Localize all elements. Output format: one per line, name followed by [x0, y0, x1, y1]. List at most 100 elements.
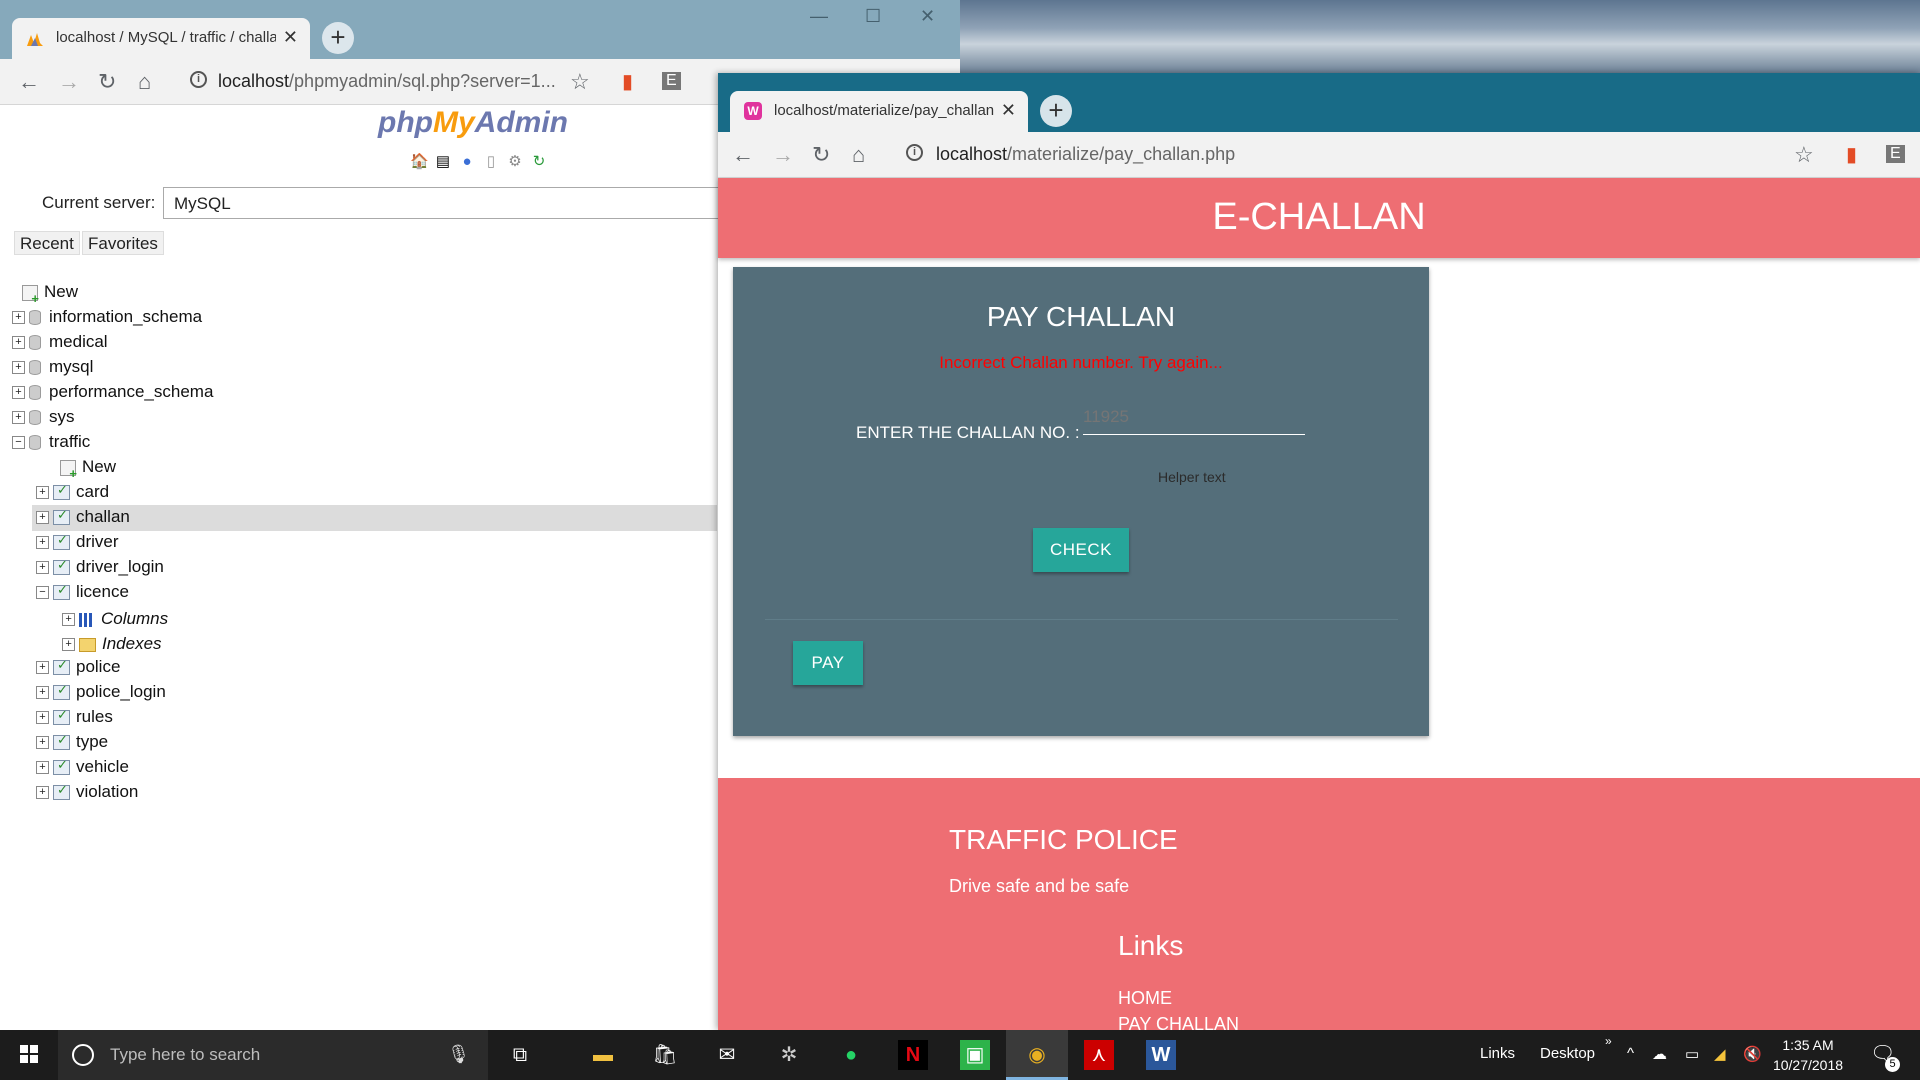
tree-db-item[interactable]: + performance_schema: [12, 382, 213, 406]
expand-icon[interactable]: +: [36, 786, 49, 800]
pay-button[interactable]: PAY: [793, 641, 863, 685]
mail-icon[interactable]: ✉: [712, 1040, 742, 1070]
tree-table-item[interactable]: +driver_login: [36, 557, 164, 581]
logout-icon[interactable]: ▤: [434, 152, 452, 170]
desktop-toolbar[interactable]: Desktop: [1540, 1045, 1595, 1062]
site-info-icon[interactable]: i: [190, 71, 207, 88]
footer-link-home[interactable]: HOME: [1118, 988, 1172, 1009]
taskbar-search[interactable]: Type here to search 🎙: [58, 1030, 488, 1080]
task-view-icon[interactable]: ⧉: [505, 1040, 535, 1070]
new-tab-button[interactable]: +: [322, 22, 354, 54]
new-tab-button[interactable]: +: [1040, 95, 1072, 127]
forward-icon[interactable]: →: [58, 69, 80, 95]
onedrive-icon[interactable]: ☁: [1652, 1045, 1667, 1063]
tree-new-table[interactable]: New: [60, 457, 116, 481]
tree-table-item[interactable]: +police_login: [36, 682, 166, 706]
tree-table-item[interactable]: +driver: [36, 532, 119, 556]
settings-gear-icon[interactable]: ⚙: [506, 152, 524, 170]
show-hidden-icons-icon[interactable]: ^: [1627, 1045, 1634, 1062]
toolbar-overflow-icon[interactable]: »: [1605, 1034, 1612, 1048]
close-window-icon[interactable]: ✕: [920, 6, 935, 27]
collapse-icon[interactable]: −: [36, 586, 49, 600]
expand-icon[interactable]: +: [36, 536, 49, 550]
tree-db-item[interactable]: + mysql: [12, 357, 93, 381]
acrobat-icon[interactable]: ⋏: [1084, 1040, 1114, 1070]
tab-phpmyadmin[interactable]: localhost / MySQL / traffic / challan ✕: [12, 18, 310, 59]
home-icon[interactable]: 🏠: [410, 152, 429, 170]
file-explorer-icon[interactable]: ▬: [588, 1040, 618, 1070]
expand-icon[interactable]: +: [12, 311, 25, 325]
expand-icon[interactable]: +: [36, 561, 49, 575]
bookmark-star-icon[interactable]: ☆: [1794, 142, 1814, 168]
bookmark-star-icon[interactable]: ☆: [570, 69, 590, 95]
challan-number-input[interactable]: [1083, 399, 1305, 435]
home-icon[interactable]: ⌂: [138, 69, 151, 95]
footer-link-pay-challan[interactable]: PAY CHALLAN: [1118, 1014, 1239, 1030]
tree-db-item[interactable]: + medical: [12, 332, 108, 356]
tree-table-item[interactable]: +rules: [36, 707, 113, 731]
reload-icon[interactable]: ↻: [812, 142, 830, 168]
refresh-icon[interactable]: ↻: [530, 152, 548, 170]
netflix-icon[interactable]: N: [898, 1040, 928, 1070]
expand-icon[interactable]: +: [36, 761, 49, 775]
expand-icon[interactable]: +: [62, 638, 75, 652]
battery-icon[interactable]: ▭: [1685, 1045, 1699, 1063]
close-tab-icon[interactable]: ✕: [283, 27, 298, 48]
tree-table-item[interactable]: +violation: [36, 782, 138, 806]
tree-table-item[interactable]: +police: [36, 657, 120, 681]
word-icon[interactable]: W: [1146, 1040, 1176, 1070]
help-icon[interactable]: ●: [458, 153, 476, 171]
office-extension-icon[interactable]: ▮: [1846, 142, 1857, 167]
brand-logo[interactable]: E-CHALLAN: [718, 196, 1920, 239]
tree-db-item[interactable]: + information_schema: [12, 307, 202, 331]
docs-icon[interactable]: ▯: [482, 152, 500, 170]
close-tab-icon[interactable]: ✕: [1001, 100, 1016, 121]
minimize-icon[interactable]: —: [810, 6, 828, 27]
extension-e-icon[interactable]: E: [662, 72, 681, 90]
back-icon[interactable]: ←: [18, 69, 40, 95]
expand-icon[interactable]: +: [36, 711, 49, 725]
recent-tab[interactable]: Recent: [14, 231, 80, 255]
tree-table-licence[interactable]: −licence: [36, 582, 129, 606]
tree-columns[interactable]: + Columns: [62, 609, 168, 633]
tree-table-item[interactable]: +type: [36, 732, 108, 756]
office-extension-icon[interactable]: ▮: [622, 69, 633, 94]
expand-icon[interactable]: +: [36, 736, 49, 750]
expand-icon[interactable]: +: [12, 386, 25, 400]
expand-icon[interactable]: +: [12, 361, 25, 375]
expand-icon[interactable]: +: [36, 486, 49, 500]
favorites-tab[interactable]: Favorites: [82, 231, 164, 255]
tree-new-database[interactable]: New: [22, 282, 78, 306]
maximize-icon[interactable]: ☐: [865, 6, 881, 27]
start-button[interactable]: [0, 1030, 58, 1080]
home-icon[interactable]: ⌂: [852, 142, 865, 168]
tree-db-item[interactable]: + sys: [12, 407, 75, 431]
store-icon[interactable]: 🛍: [650, 1040, 680, 1070]
spider-app-icon[interactable]: ✲: [774, 1040, 804, 1070]
check-button[interactable]: CHECK: [1033, 528, 1129, 572]
tree-table-item[interactable]: +vehicle: [36, 757, 129, 781]
chrome-taskbar-active[interactable]: ◉: [1006, 1030, 1068, 1080]
expand-icon[interactable]: +: [36, 511, 49, 525]
expand-icon[interactable]: +: [12, 336, 25, 350]
wifi-icon[interactable]: ◢: [1714, 1045, 1726, 1063]
tree-table-item[interactable]: +card: [36, 482, 109, 506]
back-icon[interactable]: ←: [732, 142, 754, 168]
expand-icon[interactable]: +: [12, 411, 25, 425]
tree-db-traffic[interactable]: − traffic: [12, 432, 90, 456]
reload-icon[interactable]: ↻: [98, 69, 116, 95]
phpmyadmin-logo[interactable]: phpMyAdmin: [378, 106, 568, 140]
expand-icon[interactable]: +: [36, 661, 49, 675]
tab-pay-challan[interactable]: W localhost/materialize/pay_challan.php …: [730, 91, 1028, 132]
expand-icon[interactable]: +: [36, 686, 49, 700]
site-info-icon[interactable]: i: [906, 144, 923, 161]
microphone-icon[interactable]: 🎙: [447, 1044, 470, 1065]
links-toolbar[interactable]: Links: [1480, 1045, 1515, 1062]
extension-e-icon[interactable]: E: [1886, 145, 1905, 163]
current-server-select[interactable]: MySQL: [163, 187, 723, 219]
green-app-icon[interactable]: ▣: [960, 1040, 990, 1070]
forward-icon[interactable]: →: [772, 142, 794, 168]
volume-muted-icon[interactable]: 🔇: [1743, 1045, 1762, 1063]
url-field[interactable]: localhost/phpmyadmin/sql.php?server=1...: [218, 71, 556, 92]
system-clock[interactable]: 1:35 AM 10/27/2018: [1763, 1035, 1853, 1075]
